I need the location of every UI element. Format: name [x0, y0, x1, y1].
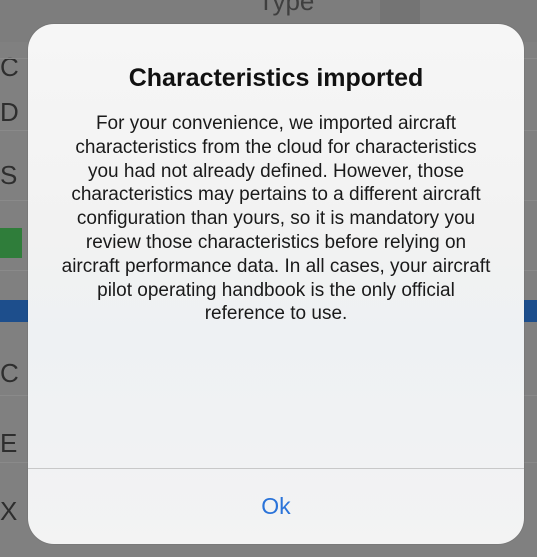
background-row-label: X [0, 496, 18, 526]
background-row-label: E [0, 428, 18, 458]
background-row-label: C [0, 358, 19, 388]
alert-title: Characteristics imported [128, 64, 424, 92]
ok-button[interactable]: Ok [28, 469, 524, 544]
background-row-label: C [0, 52, 19, 82]
background-status-badge [0, 228, 22, 258]
alert-dialog: Characteristics imported For your conven… [28, 24, 524, 544]
background-row-label: S [0, 160, 18, 190]
alert-message: For your convenience, we imported aircra… [61, 113, 491, 325]
app-screen: Type C D S C E X Characteristics importe… [0, 0, 537, 557]
background-row-label: D [0, 97, 19, 127]
background-column-header-type: Type [258, 0, 315, 16]
